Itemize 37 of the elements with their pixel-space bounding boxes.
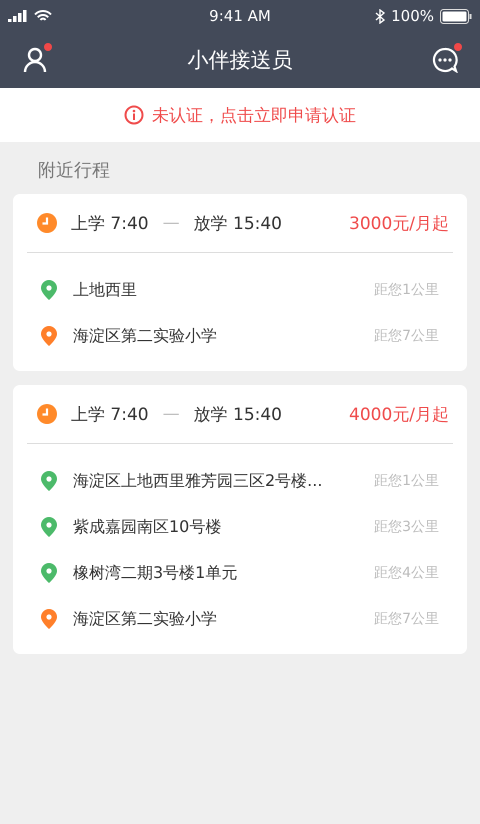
clock-icon — [37, 213, 57, 233]
bluetooth-icon — [375, 8, 386, 24]
dropoff-time: 放学 15:40 — [194, 212, 282, 234]
price: 4000元/月起 — [349, 404, 449, 426]
stop-distance: 距您1公里 — [374, 281, 439, 299]
stop-address: 海淀区上地西里雅芳园三区2号楼... — [73, 470, 322, 492]
stop-address: 橡树湾二期3号楼1单元 — [73, 562, 238, 584]
time-separator: — — [162, 213, 180, 233]
clock-icon — [37, 404, 57, 424]
messages-button[interactable] — [430, 45, 460, 75]
time-separator: — — [162, 404, 180, 424]
trip-card[interactable]: 上学 7:40 — 放学 15:40 3000元/月起 上地西里 距您1公里 海淀区第二实验小学 距您7公里 — [13, 194, 467, 371]
clock-time: 9:41 AM — [209, 7, 271, 25]
wifi-icon — [34, 10, 52, 22]
app-title: 小伴接送员 — [188, 47, 292, 74]
dropoff-time: 放学 15:40 — [194, 404, 282, 426]
pickup-time: 上学 7:40 — [71, 404, 149, 426]
stop-distance: 距您1公里 — [374, 472, 439, 490]
stop-distance: 距您7公里 — [374, 327, 439, 345]
person-icon — [23, 47, 47, 73]
signal-icon — [8, 10, 28, 22]
stop-distance: 距您7公里 — [374, 610, 439, 628]
price: 3000元/月起 — [349, 212, 449, 234]
stop-distance: 距您3公里 — [374, 518, 439, 536]
verification-notice[interactable]: 未认证，点击立即申请认证 — [0, 88, 480, 142]
stop-address: 海淀区第二实验小学 — [73, 608, 217, 630]
stop-distance: 距您4公里 — [374, 564, 439, 582]
chat-bubble-icon — [432, 47, 458, 73]
stop-address: 海淀区第二实验小学 — [73, 326, 217, 346]
info-icon — [124, 105, 144, 125]
section-title: 附近行程 — [37, 159, 111, 183]
pickup-time: 上学 7:40 — [71, 212, 149, 234]
battery-percent: 100% — [391, 7, 434, 25]
stop-address: 紫成嘉园南区10号楼 — [73, 516, 222, 538]
stop-address: 上地西里 — [73, 280, 137, 300]
trip-card[interactable]: 上学 7:40 — 放学 15:40 4000元/月起 海淀区上地西里雅芳园三区2号楼... 距您1公里 紫成嘉园南区10号楼 距您3公里 橡树湾二期3号楼1单元 距您4公里 海淀区第二实验小学 距您7公里 — [13, 385, 467, 654]
battery-icon — [440, 8, 472, 24]
